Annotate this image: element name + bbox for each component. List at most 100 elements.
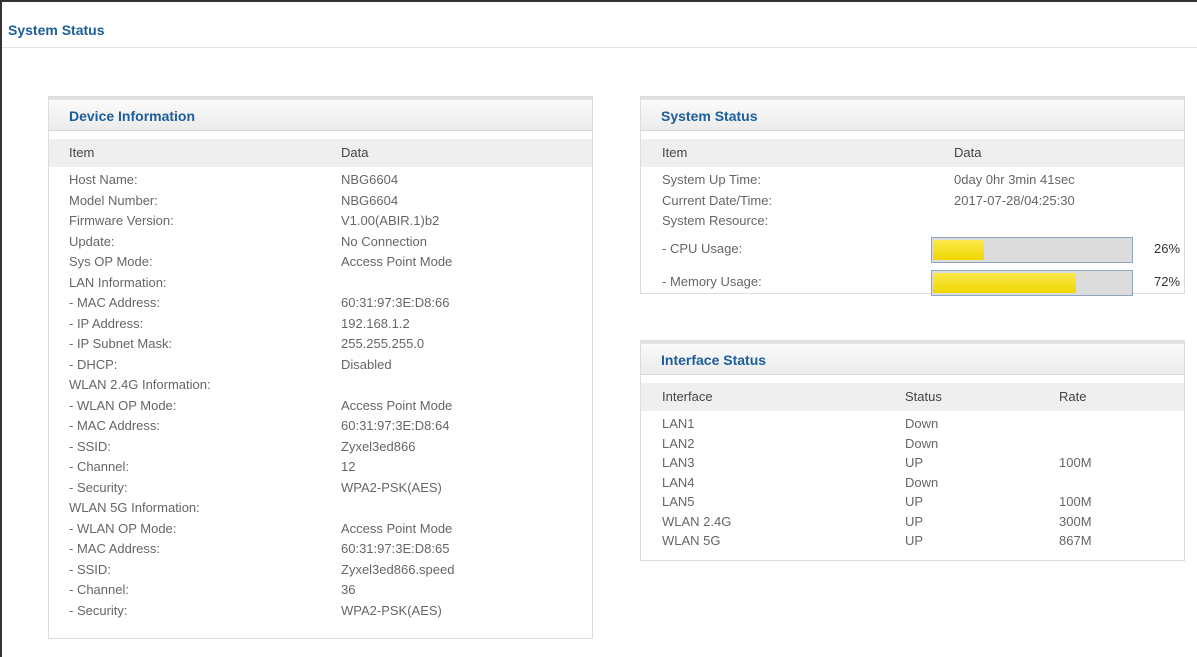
list-item: - WLAN OP Mode: Access Point Mode <box>49 519 592 540</box>
item-value: Access Point Mode <box>341 254 453 269</box>
item-label: - MAC Address: <box>69 418 161 433</box>
device-information-column-header: Item Data <box>49 139 592 167</box>
list-item: - MAC Address: 60:31:97:3E:D8:66 <box>49 293 592 314</box>
item-label: Host Name: <box>69 172 138 187</box>
interface-status-panel: Interface Status Interface Status Rate L… <box>640 340 1185 561</box>
item-label: - Security: <box>69 479 128 495</box>
interface-name: LAN3 <box>662 455 695 470</box>
date-time-label: Current Date/Time: <box>662 192 773 208</box>
interface-rate: 100M <box>1059 494 1092 509</box>
interface-status: UP <box>905 455 924 470</box>
interface-name: LAN5 <box>662 494 695 509</box>
item-value: WPA2-PSK(AES) <box>341 479 442 495</box>
item-label: - DHCP: <box>69 356 118 372</box>
item-label: - IP Subnet Mask: <box>69 336 173 351</box>
cpu-usage-row: - CPU Usage: 26% <box>641 232 1184 265</box>
system-status-title: System Status <box>641 97 1184 131</box>
column-interface: Interface <box>662 389 713 404</box>
interface-rate: 300M <box>1059 513 1092 529</box>
list-item: Current Date/Time: 2017-07-28/04:25:30 <box>641 191 1184 212</box>
table-row: LAN5 UP 100M <box>641 492 1184 512</box>
item-value: V1.00(ABIR.1)b2 <box>341 213 440 228</box>
item-value: 36 <box>341 582 356 597</box>
date-time-value: 2017-07-28/04:25:30 <box>954 192 1075 208</box>
list-item: - WLAN OP Mode: Access Point Mode <box>49 396 592 417</box>
list-item: - SSID: Zyxel3ed866 <box>49 437 592 458</box>
list-item: - SSID: Zyxel3ed866.speed <box>49 560 592 581</box>
memory-usage-label: - Memory Usage: <box>662 273 762 289</box>
title-divider <box>2 47 1197 48</box>
memory-usage-fill <box>933 272 1076 293</box>
list-item: WLAN 2.4G Information: <box>49 375 592 396</box>
interface-name: LAN4 <box>662 474 695 490</box>
device-information-panel: Device Information Item Data Host Name: N… <box>48 96 593 639</box>
list-item: - Channel: 36 <box>49 580 592 601</box>
list-item: - DHCP: Disabled <box>49 355 592 376</box>
item-value: 60:31:97:3E:D8:66 <box>341 295 450 310</box>
item-value: 60:31:97:3E:D8:65 <box>341 541 450 556</box>
cpu-usage-bar <box>931 236 1133 263</box>
list-item: WLAN 5G Information: <box>49 498 592 519</box>
device-information-list: Host Name: NBG6604 Model Number: NBG6604 Fir… <box>49 170 592 621</box>
interface-status: UP <box>905 513 924 529</box>
item-label: Model Number: <box>69 192 158 208</box>
device-information-title: Device Information <box>49 97 592 131</box>
item-value: 255.255.255.0 <box>341 336 425 351</box>
item-label: - MAC Address: <box>69 295 161 310</box>
interface-status-title: Interface Status <box>641 341 1184 375</box>
table-row: LAN3 UP 100M <box>641 453 1184 473</box>
list-item: LAN Information: <box>49 273 592 294</box>
interface-status: UP <box>905 533 924 548</box>
item-label: LAN Information: <box>69 274 167 290</box>
interface-rate: 100M <box>1059 455 1092 470</box>
item-label: WLAN 5G Information: <box>69 500 200 515</box>
interface-name: LAN1 <box>662 416 695 431</box>
system-status-panel: System Status Item Data System Up Time: … <box>640 96 1185 296</box>
item-value: NBG6604 <box>341 172 399 187</box>
item-value: Zyxel3ed866 <box>341 438 416 454</box>
table-row: LAN1 Down <box>641 414 1184 434</box>
interface-name: LAN2 <box>662 435 695 451</box>
cpu-usage-fill <box>933 239 985 260</box>
column-rate: Rate <box>1059 389 1087 404</box>
item-label: Update: <box>69 233 115 249</box>
list-item: Update: No Connection <box>49 232 592 253</box>
list-item: System Up Time: 0day 0hr 3min 41sec <box>641 170 1184 191</box>
interface-status: Down <box>905 474 939 490</box>
item-label: Sys OP Mode: <box>69 254 153 269</box>
interface-rate: 867M <box>1059 533 1092 548</box>
item-label: - Security: <box>69 602 128 618</box>
item-label: - Channel: <box>69 582 129 597</box>
system-status-list: System Up Time: 0day 0hr 3min 41sec Curr… <box>641 170 1184 298</box>
cpu-usage-percent: 26% <box>1154 240 1181 256</box>
table-row: LAN2 Down <box>641 434 1184 454</box>
item-value: Disabled <box>341 356 392 372</box>
column-item: Item <box>69 145 95 160</box>
interface-name: WLAN 2.4G <box>662 513 732 529</box>
interface-status: Down <box>905 435 939 451</box>
interface-status: Down <box>905 416 939 431</box>
interface-status: UP <box>905 494 924 509</box>
column-data: Data <box>341 145 369 160</box>
item-label: - MAC Address: <box>69 541 161 556</box>
item-label: Firmware Version: <box>69 213 174 228</box>
up-time-label: System Up Time: <box>662 172 761 187</box>
interface-status-column-header: Interface Status Rate <box>641 383 1184 411</box>
table-row: LAN4 Down <box>641 473 1184 493</box>
page-title: System Status <box>8 22 105 38</box>
interface-name: WLAN 5G <box>662 533 721 548</box>
memory-usage-bar <box>931 269 1133 296</box>
interface-status-list: LAN1 Down LAN2 Down LAN3 UP 100M LAN4 Down LAN5 UP… <box>641 414 1184 551</box>
list-item: - MAC Address: 60:31:97:3E:D8:65 <box>49 539 592 560</box>
item-value: Zyxel3ed866.speed <box>341 561 455 577</box>
item-value: NBG6604 <box>341 192 399 208</box>
item-label: - WLAN OP Mode: <box>69 520 177 536</box>
item-value: 60:31:97:3E:D8:64 <box>341 418 450 433</box>
memory-usage-percent: 72% <box>1154 273 1181 289</box>
item-value: Access Point Mode <box>341 397 453 413</box>
memory-usage-row: - Memory Usage: 72% <box>641 265 1184 298</box>
item-value: Access Point Mode <box>341 520 453 536</box>
list-item: Firmware Version: V1.00(ABIR.1)b2 <box>49 211 592 232</box>
system-status-column-header: Item Data <box>641 139 1184 167</box>
up-time-value: 0day 0hr 3min 41sec <box>954 172 1075 187</box>
